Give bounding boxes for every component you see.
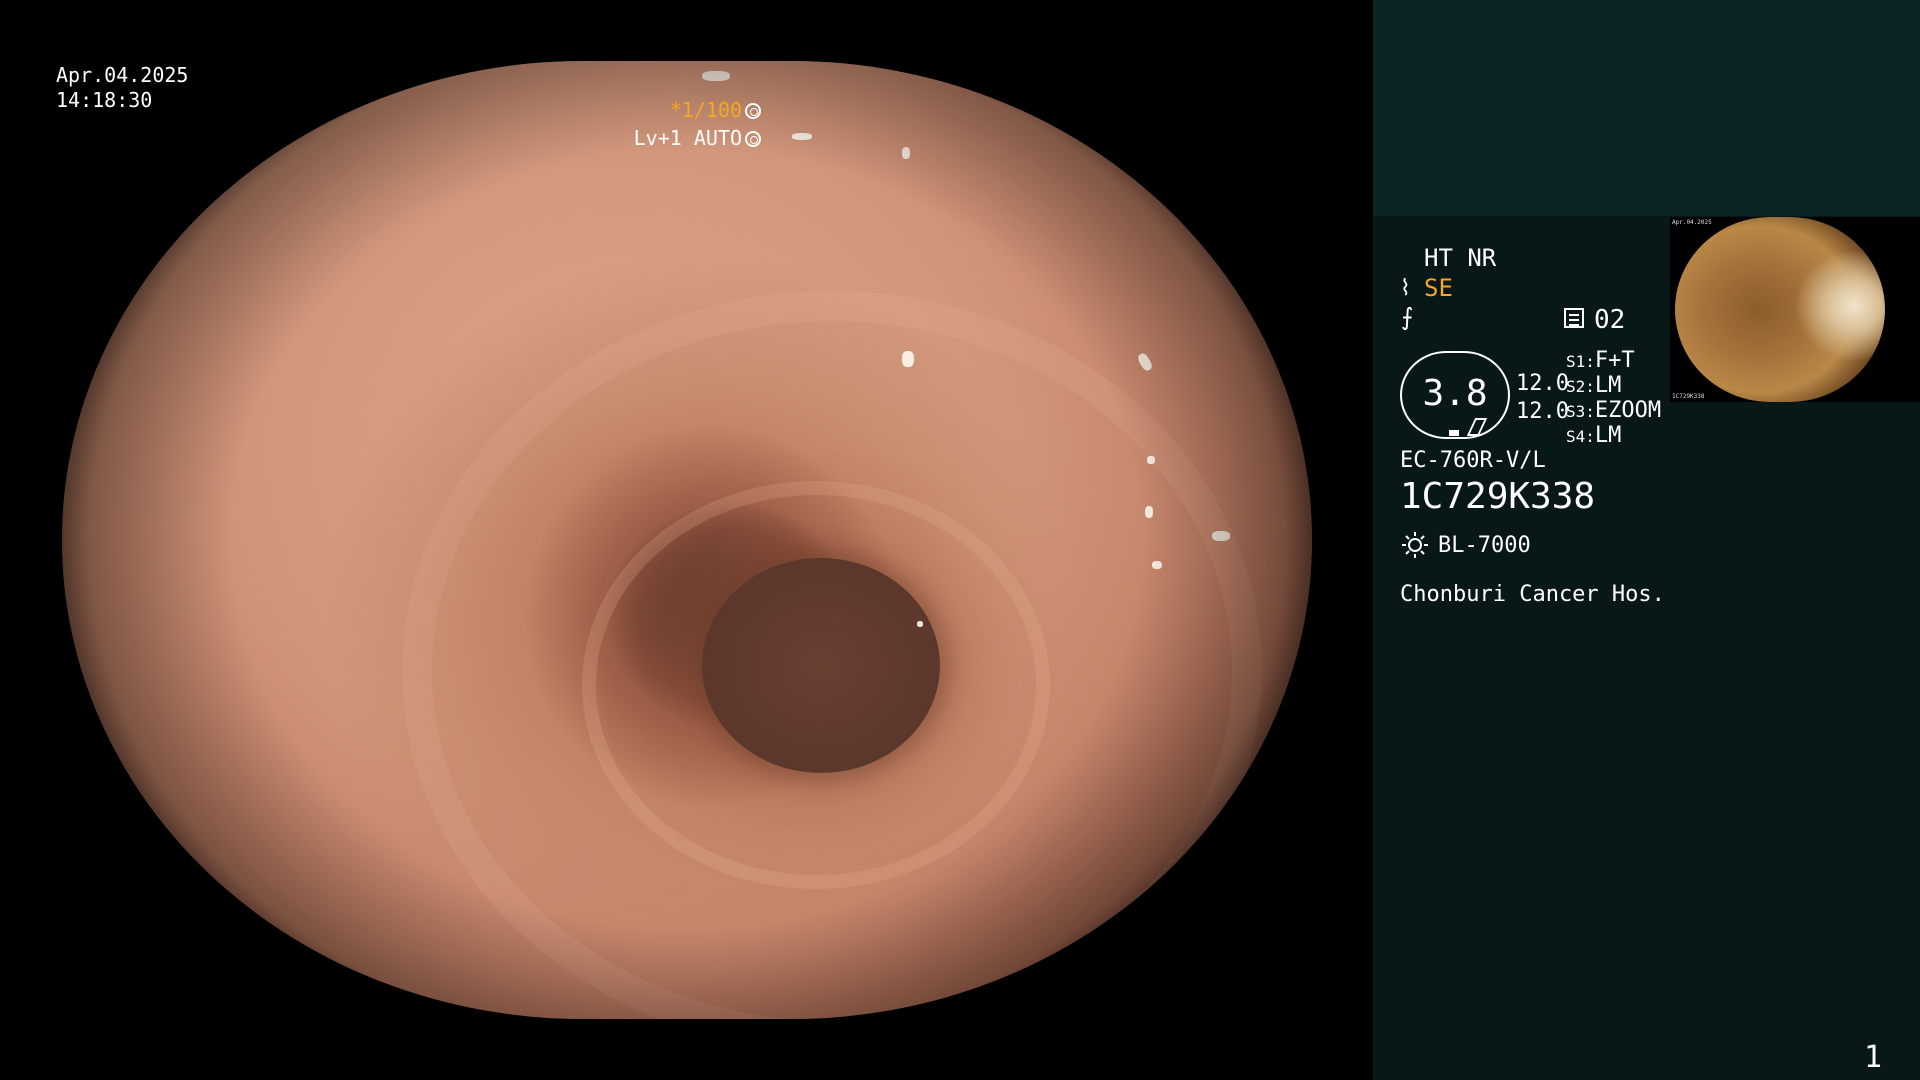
- hospital-name: Chonburi Cancer Hos.: [1400, 582, 1665, 607]
- scope-model: EC-760R-V/L: [1400, 448, 1546, 473]
- side-panel-header: [1373, 0, 1920, 216]
- endoscopy-screen: Apr.04.2025 14:18:30 *1/100 Lv+1 AUTO Ap…: [0, 0, 1920, 1080]
- date-label: Apr.04.2025: [56, 63, 189, 87]
- mucosal-fold-outer: [402, 291, 1262, 1019]
- highlight: [1145, 506, 1153, 518]
- monitor-number: 02: [1594, 305, 1626, 335]
- thumbnail-serial: 1C729K338: [1672, 393, 1705, 400]
- endoscope-image: [62, 61, 1312, 1019]
- highlight: [902, 147, 910, 159]
- light-source-label: BL-7000: [1438, 533, 1531, 558]
- switch-4: S4:LM: [1566, 424, 1621, 449]
- setting-value-1: 12.0: [1516, 371, 1569, 396]
- structure-enhance-icon: ⌇: [1400, 276, 1411, 301]
- highlight: [792, 133, 812, 140]
- thumbnail-image: [1675, 217, 1885, 402]
- magnification-value: 3.8: [1422, 373, 1488, 414]
- thumbnail-preview[interactable]: Apr.04.2025 1C729K338: [1670, 217, 1920, 402]
- structure-enhance-label: SE: [1424, 274, 1453, 302]
- brightness-level-label: Lv+1 AUTO: [633, 126, 742, 150]
- highlight: [1147, 456, 1155, 464]
- switch-3-value: EZOOM: [1594, 398, 1662, 423]
- shutter-speed-label: *1/100: [669, 98, 742, 122]
- brightness-level: Lv+1 AUTO: [634, 126, 761, 151]
- highlight: [242, 126, 254, 134]
- noise-reduction-icon: ⨍: [1401, 303, 1414, 331]
- highlight: [1212, 531, 1230, 541]
- lumen: [702, 558, 940, 773]
- switch-4-key: S4:: [1566, 427, 1595, 446]
- page-number: 1: [1863, 1040, 1882, 1075]
- switch-3: S3:EZOOM: [1566, 399, 1661, 424]
- switch-2-key: S2:: [1566, 377, 1595, 396]
- gauge-marker: [1449, 430, 1459, 436]
- shutter-speed: *1/100: [670, 98, 761, 123]
- time-label: 14:18:30: [56, 88, 153, 112]
- highlight: [1152, 561, 1162, 569]
- highlight: [702, 71, 730, 81]
- switch-1-value: F+T: [1594, 348, 1635, 373]
- setting-value-2: 12.0: [1516, 399, 1569, 424]
- highlight: [917, 621, 923, 627]
- highlight: [271, 83, 303, 109]
- switch-2-value: LM: [1594, 373, 1622, 398]
- light-source-icon: [1402, 532, 1428, 558]
- switch-4-value: LM: [1594, 423, 1622, 448]
- highlight: [1136, 351, 1154, 373]
- scope-serial: 1C729K338: [1400, 476, 1596, 517]
- mucosal-fold-inner: [582, 481, 1050, 889]
- auto-icon: [745, 131, 761, 147]
- endoscope-view: Apr.04.2025 14:18:30 *1/100 Lv+1 AUTO: [0, 0, 1373, 1080]
- switch-1-key: S1:: [1566, 352, 1595, 371]
- switch-3-key: S3:: [1566, 402, 1595, 421]
- highlight: [902, 351, 914, 367]
- switch-1: S1:F+T: [1566, 349, 1635, 374]
- monitor-icon: [1564, 308, 1584, 328]
- thumbnail-date: Apr.04.2025: [1672, 219, 1712, 226]
- switch-2: S2:LM: [1566, 374, 1621, 399]
- mode-label: HT NR: [1424, 244, 1497, 272]
- shutter-icon: [745, 103, 761, 119]
